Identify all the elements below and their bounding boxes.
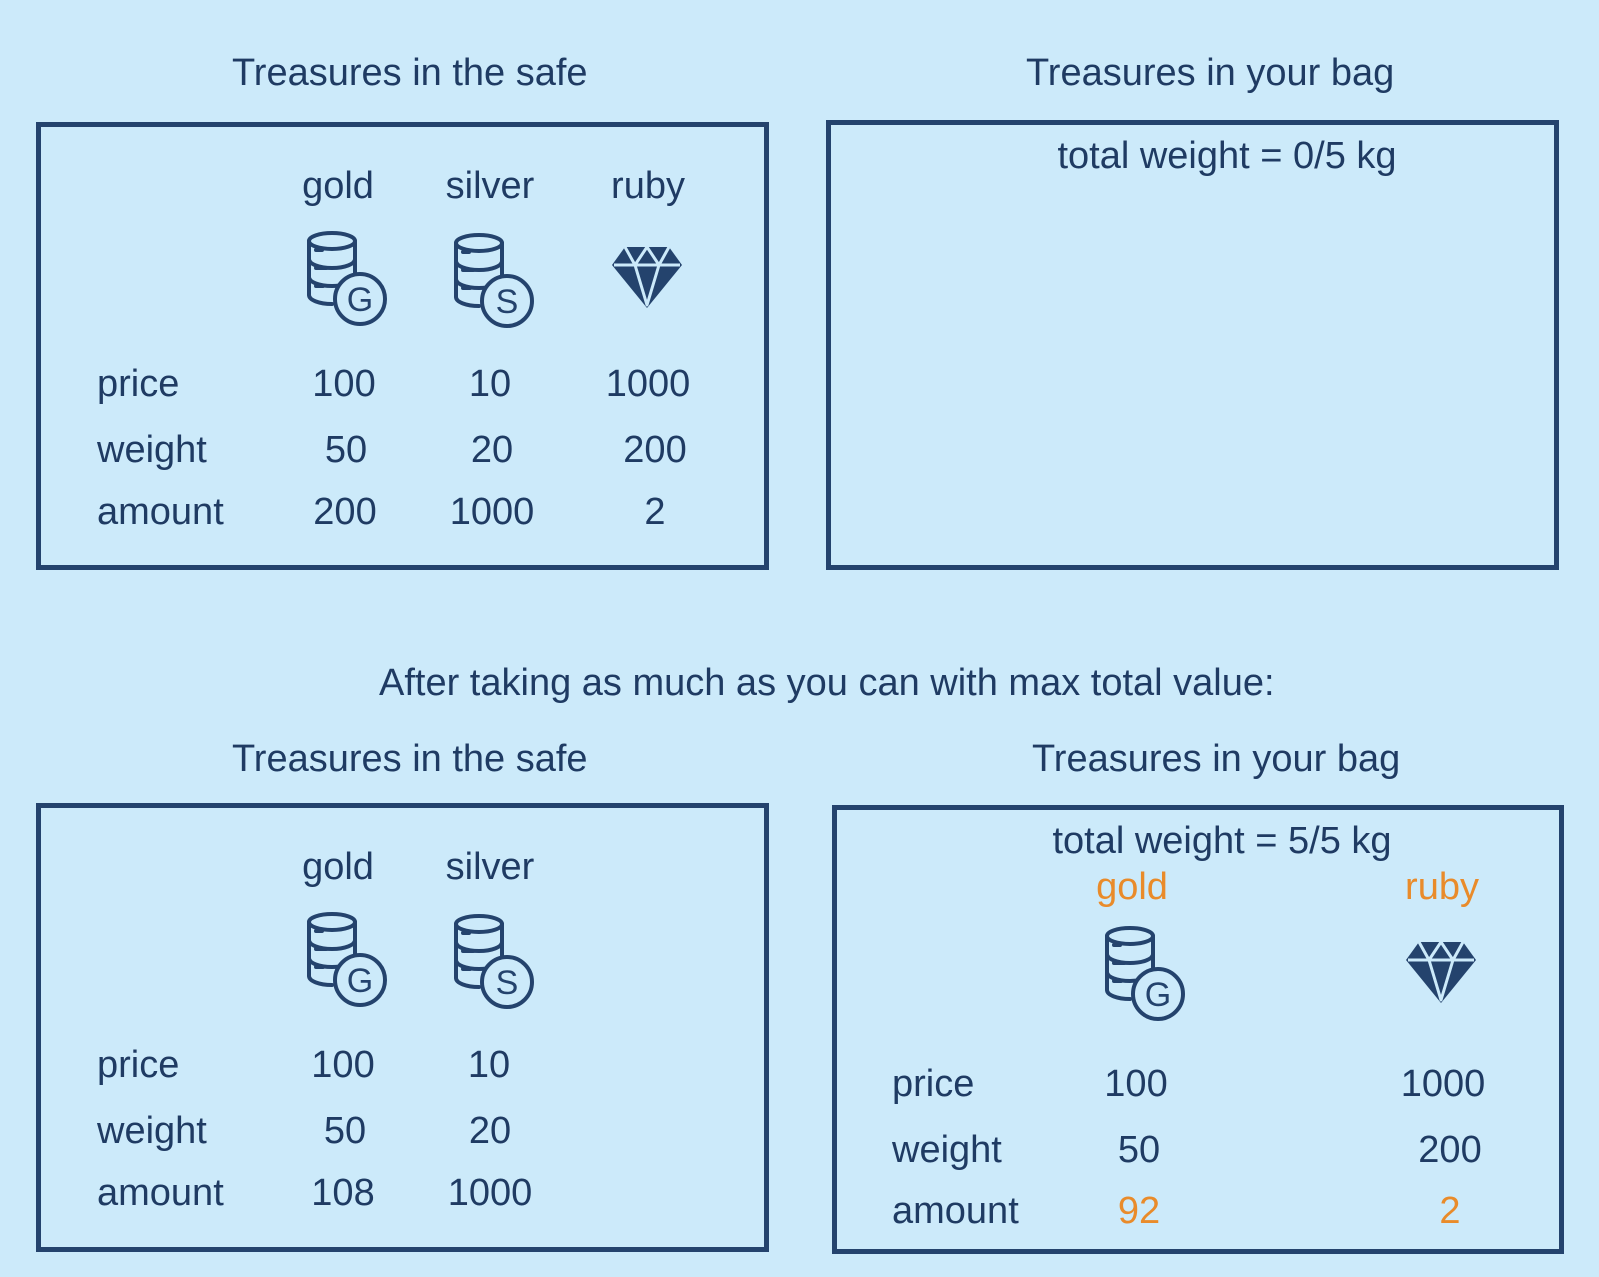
- row-label-price: price: [97, 1044, 180, 1086]
- bag-gold-amount: 92: [1117, 1190, 1161, 1232]
- row-label-amount: amount: [892, 1190, 1019, 1232]
- silver-weight: 20: [468, 1110, 512, 1152]
- bag-gold-price: 100: [1104, 1063, 1168, 1105]
- gold-coins-icon: G: [307, 912, 387, 1007]
- row-label-amount: amount: [97, 491, 224, 533]
- svg-text:G: G: [347, 962, 373, 1000]
- bag-ruby-weight: 200: [1418, 1129, 1482, 1171]
- gold-amount: 200: [313, 491, 377, 533]
- silver-price: 10: [467, 1044, 511, 1086]
- row-label-weight: weight: [97, 1110, 207, 1152]
- safe-title-top: Treasures in the safe: [232, 52, 588, 94]
- silver-weight: 20: [470, 429, 514, 471]
- svg-text:G: G: [1145, 976, 1171, 1014]
- bag-item-name-ruby: ruby: [1405, 866, 1479, 908]
- silver-price: 10: [468, 363, 512, 405]
- row-label-weight: weight: [892, 1129, 1002, 1171]
- ruby-price: 1000: [605, 363, 691, 405]
- gold-coins-icon: G: [1105, 926, 1185, 1021]
- ruby-gem-icon: [612, 245, 682, 308]
- bag-box-top: total weight = 0/5 kg: [826, 120, 1559, 570]
- silver-coins-icon: S: [454, 233, 534, 328]
- ruby-amount: 2: [644, 491, 666, 533]
- gold-price: 100: [312, 363, 376, 405]
- gold-coins-icon: G: [307, 231, 387, 326]
- safe-box-bottom: gold silver G S price weight amount 100 …: [36, 803, 769, 1252]
- svg-text:G: G: [347, 281, 373, 319]
- bag-gold-weight: 50: [1117, 1129, 1161, 1171]
- bag-total-weight: total weight = 5/5 kg: [1052, 820, 1392, 862]
- ruby-weight: 200: [623, 429, 687, 471]
- row-label-weight: weight: [97, 429, 207, 471]
- silver-amount: 1000: [449, 491, 535, 533]
- bag-total-weight: total weight = 0/5 kg: [1057, 135, 1397, 177]
- gold-price: 100: [311, 1044, 375, 1086]
- gold-weight: 50: [323, 1110, 367, 1152]
- silver-amount: 1000: [447, 1172, 533, 1214]
- bag-item-name-gold: gold: [1096, 866, 1168, 908]
- row-label-price: price: [97, 363, 180, 405]
- row-label-price: price: [892, 1063, 975, 1105]
- svg-text:S: S: [496, 283, 519, 321]
- caption: After taking as much as you can with max…: [379, 662, 1275, 704]
- item-name-ruby: ruby: [611, 165, 685, 207]
- gold-amount: 108: [311, 1172, 375, 1214]
- bag-title-top: Treasures in your bag: [1026, 52, 1395, 94]
- item-name-gold: gold: [302, 846, 374, 888]
- item-name-gold: gold: [302, 165, 374, 207]
- safe-box-top: gold silver ruby G S price weight amount…: [36, 122, 769, 570]
- silver-coins-icon: S: [454, 914, 534, 1009]
- bag-ruby-amount: 2: [1439, 1190, 1461, 1232]
- gold-weight: 50: [324, 429, 368, 471]
- row-label-amount: amount: [97, 1172, 224, 1214]
- safe-title-bottom: Treasures in the safe: [232, 738, 588, 780]
- bag-ruby-price: 1000: [1400, 1063, 1486, 1105]
- svg-text:S: S: [496, 964, 519, 1002]
- item-name-silver: silver: [445, 846, 535, 888]
- item-name-silver: silver: [445, 165, 535, 207]
- bag-box-bottom: total weight = 5/5 kg gold ruby G price …: [832, 805, 1564, 1254]
- bag-title-bottom: Treasures in your bag: [1032, 738, 1401, 780]
- ruby-gem-icon: [1406, 940, 1476, 1003]
